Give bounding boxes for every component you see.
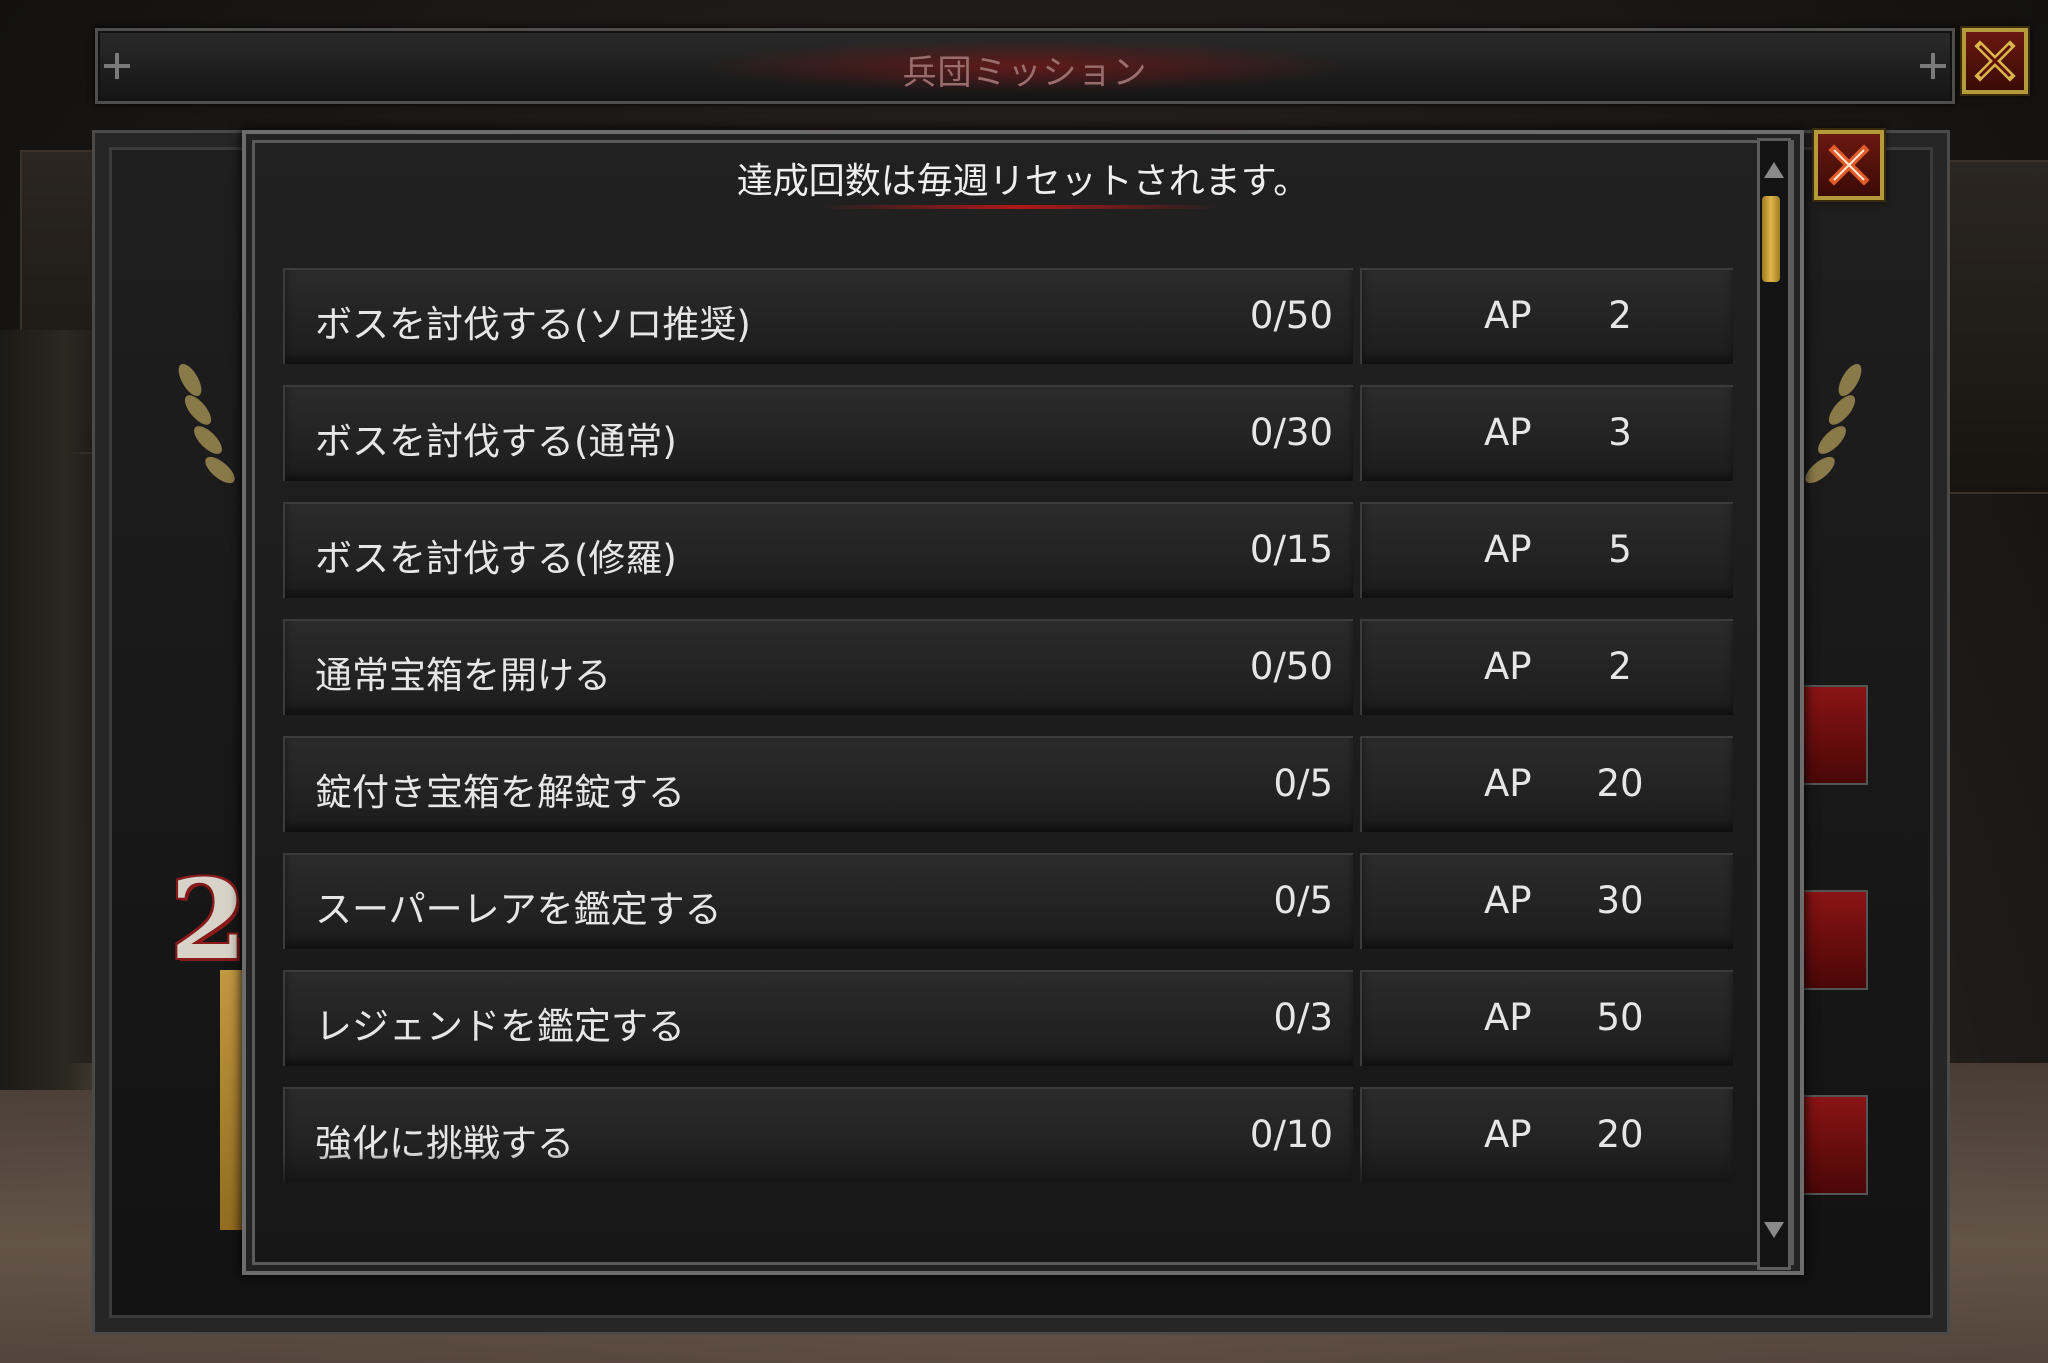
ap-label: AP bbox=[1484, 645, 1532, 688]
mission-progress: 0/5 bbox=[1273, 762, 1333, 805]
rank-badge: 2 bbox=[170, 855, 247, 984]
scrollbar-thumb[interactable] bbox=[1762, 196, 1780, 282]
mission-name-cell: 通常宝箱を開ける 0/50 bbox=[283, 619, 1353, 715]
laurel-icon bbox=[178, 363, 235, 484]
mission-name: 通常宝箱を開ける bbox=[315, 654, 611, 697]
ap-value: 5 bbox=[1608, 528, 1632, 571]
ap-label: AP bbox=[1484, 762, 1532, 805]
mission-list[interactable]: ボスを討伐する(ソロ推奨) 0/50 AP 2 ボスを討伐する(通常) 0/30… bbox=[283, 268, 1733, 1183]
ap-value: 30 bbox=[1596, 879, 1644, 922]
ap-label: AP bbox=[1484, 996, 1532, 1039]
mission-name: スーパーレアを鑑定する bbox=[315, 888, 722, 931]
mission-name: ボスを討伐する(ソロ推奨) bbox=[315, 303, 751, 346]
mission-progress: 0/50 bbox=[1249, 294, 1333, 337]
close-icon bbox=[1974, 40, 2016, 82]
close-icon bbox=[1828, 144, 1870, 186]
mission-row[interactable]: 通常宝箱を開ける 0/50 AP 2 bbox=[283, 619, 1733, 715]
mission-name-cell: 錠付き宝箱を解錠する 0/5 bbox=[283, 736, 1353, 832]
mission-name: 錠付き宝箱を解錠する bbox=[315, 771, 685, 814]
corner-ornament bbox=[1920, 53, 1946, 79]
mission-progress: 0/5 bbox=[1273, 879, 1333, 922]
ap-reward-cell: AP 5 bbox=[1360, 502, 1733, 598]
mission-name-cell: レジェンドを鑑定する 0/3 bbox=[283, 970, 1353, 1066]
ap-value: 2 bbox=[1608, 645, 1632, 688]
ap-reward-cell: AP 50 bbox=[1360, 970, 1733, 1066]
ap-reward-cell: AP 20 bbox=[1360, 736, 1733, 832]
ap-value: 50 bbox=[1596, 996, 1644, 1039]
mission-row[interactable]: 錠付き宝箱を解錠する 0/5 AP 20 bbox=[283, 736, 1733, 832]
mission-progress: 0/3 bbox=[1273, 996, 1333, 1039]
mission-progress: 0/30 bbox=[1249, 411, 1333, 454]
mission-name: ボスを討伐する(通常) bbox=[315, 420, 677, 463]
ap-value: 3 bbox=[1608, 411, 1632, 454]
window-title: 兵団ミッション bbox=[902, 53, 1148, 93]
ap-label: AP bbox=[1484, 879, 1532, 922]
mission-name-cell: ボスを討伐する(修羅) 0/15 bbox=[283, 502, 1353, 598]
window-close-button[interactable] bbox=[1962, 28, 2028, 94]
ap-reward-cell: AP 30 bbox=[1360, 853, 1733, 949]
ap-reward-cell: AP 2 bbox=[1360, 619, 1733, 715]
laurel-icon bbox=[1805, 363, 1862, 484]
mission-row[interactable]: スーパーレアを鑑定する 0/5 AP 30 bbox=[283, 853, 1733, 949]
mission-progress: 0/50 bbox=[1249, 645, 1333, 688]
corner-ornament bbox=[104, 53, 130, 79]
mission-name-cell: ボスを討伐する(ソロ推奨) 0/50 bbox=[283, 268, 1353, 364]
arrow-up-icon[interactable] bbox=[1762, 158, 1786, 182]
mission-name: レジェンドを鑑定する bbox=[315, 1005, 685, 1048]
ap-value: 20 bbox=[1596, 762, 1644, 805]
ap-reward-cell: AP 3 bbox=[1360, 385, 1733, 481]
mission-row[interactable]: レジェンドを鑑定する 0/3 AP 50 bbox=[283, 970, 1733, 1066]
mission-row[interactable]: ボスを討伐する(ソロ推奨) 0/50 AP 2 bbox=[283, 268, 1733, 364]
mission-name: ボスを討伐する(修羅) bbox=[315, 537, 677, 580]
ap-label: AP bbox=[1484, 411, 1532, 454]
dialog-header: 達成回数は毎週リセットされます。 bbox=[736, 161, 1310, 202]
dialog-close-button[interactable] bbox=[1814, 130, 1884, 200]
mission-row[interactable]: ボスを討伐する(修羅) 0/15 AP 5 bbox=[283, 502, 1733, 598]
header-underline bbox=[820, 205, 1220, 209]
arrow-down-icon[interactable] bbox=[1762, 1218, 1786, 1242]
ap-label: AP bbox=[1484, 528, 1532, 571]
mission-name-cell: スーパーレアを鑑定する 0/5 bbox=[283, 853, 1353, 949]
ap-label: AP bbox=[1484, 294, 1532, 337]
scrollbar-track[interactable] bbox=[1757, 138, 1791, 1270]
mission-name-cell: ボスを討伐する(通常) 0/30 bbox=[283, 385, 1353, 481]
window-title-bar: 兵団ミッション bbox=[95, 28, 1955, 104]
ap-reward-cell: AP 2 bbox=[1360, 268, 1733, 364]
mission-row[interactable]: ボスを討伐する(通常) 0/30 AP 3 bbox=[283, 385, 1733, 481]
mission-progress: 0/15 bbox=[1249, 528, 1333, 571]
list-fade bbox=[283, 1150, 1733, 1190]
ap-value: 2 bbox=[1608, 294, 1632, 337]
